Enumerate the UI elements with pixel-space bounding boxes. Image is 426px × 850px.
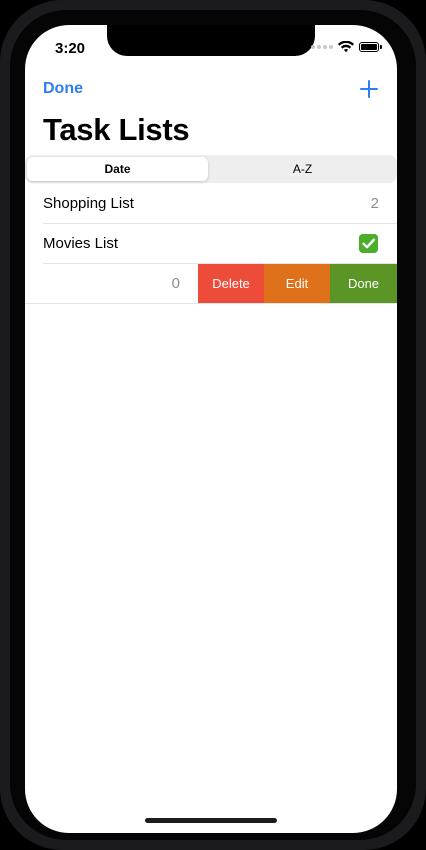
sort-segmented-control: Date A-Z: [25, 155, 397, 183]
list-count: 0: [171, 275, 180, 292]
done-button[interactable]: Done: [43, 80, 83, 98]
status-icons: [311, 41, 382, 53]
notch: [107, 25, 315, 56]
page-title: Task Lists: [43, 112, 190, 147]
plus-icon[interactable]: [357, 77, 381, 101]
cellular-signal-icon: [311, 45, 333, 49]
home-indicator[interactable]: [145, 818, 277, 823]
list-item[interactable]: Shopping List 2: [25, 184, 397, 224]
list-item[interactable]: Movies List: [25, 224, 397, 264]
list-name: Shopping List: [43, 195, 134, 212]
edit-action-button[interactable]: Edit: [264, 264, 330, 304]
segment-date[interactable]: Date: [27, 157, 208, 181]
done-action-button[interactable]: Done: [330, 264, 397, 304]
list-count: 2: [370, 195, 379, 212]
segment-a-z[interactable]: A-Z: [210, 157, 395, 181]
phone-screen: 3:20 Done Task Lists Date A-Z Shopping L…: [25, 25, 397, 833]
status-time: 3:20: [55, 40, 86, 57]
list-name: Movies List: [43, 235, 119, 252]
checkmark-box-icon: [359, 234, 378, 253]
delete-action-button[interactable]: Delete: [198, 264, 264, 304]
list-item-swiped[interactable]: 0 Delete Edit Done: [25, 264, 397, 304]
wifi-icon: [338, 41, 354, 53]
battery-icon: [359, 42, 382, 52]
row-separator: [25, 303, 397, 304]
